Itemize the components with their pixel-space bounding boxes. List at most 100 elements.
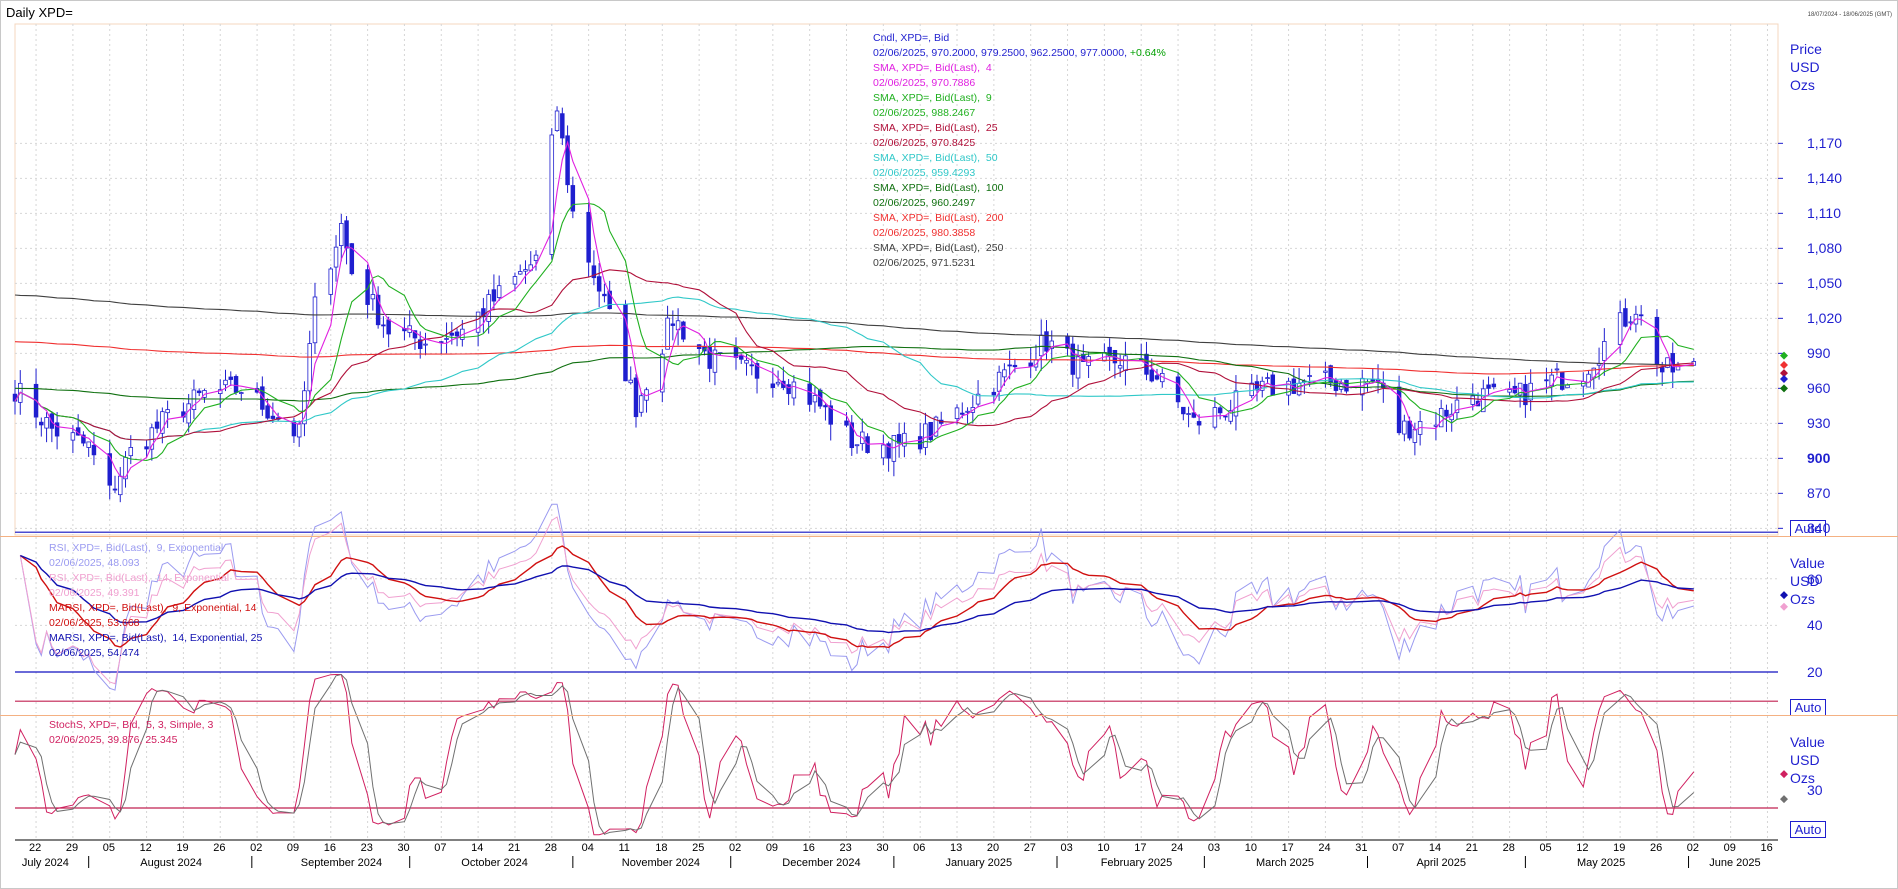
candle-body [265,405,270,419]
candle-body [1223,415,1228,418]
rsi-tick-label: 60 [1807,570,1823,587]
day-tick-label: 27 [1023,842,1036,854]
month-label: May 2025 [1576,857,1626,869]
candle-body [496,285,502,298]
day-tick-label: 03 [1207,842,1221,854]
day-tick-label: 23 [839,842,852,854]
day-tick-label: 06 [913,842,926,854]
candle-body [312,296,318,344]
candle-body [807,383,812,405]
rsi-legend-line: MARSI, XPD=, Bid(Last), 14, Exponential,… [49,632,263,644]
candle-body [586,211,591,263]
main-legend-line: 02/06/2025, 988.2467 [873,107,976,119]
candle-body [1565,384,1570,389]
candle-body [1123,355,1128,371]
day-tick-label: 10 [1097,842,1110,854]
candle-body [523,269,528,272]
main-legend-line: SMA, XPD=, Bid(Last), 100 [873,182,1004,194]
candle-body [1181,406,1186,415]
candle-body [70,432,76,441]
month-label: December 2024 [782,857,861,869]
day-tick-label: 23 [360,842,373,854]
candle-body [449,332,455,336]
rsi-tick-label: 40 [1807,617,1823,634]
day-tick-label: 26 [1649,842,1663,854]
rsi-auto-button[interactable]: Auto [1790,699,1826,716]
day-tick-label: 03 [1060,842,1073,854]
day-tick-label: 02 [250,842,263,854]
axis-header-line: Price [1790,41,1822,57]
day-tick-label: 22 [29,842,42,854]
main-legend-line: 02/06/2025, 970.2000, 979.2500, 962.2500… [873,46,1166,61]
day-tick-label: 12 [139,842,152,854]
day-tick-label: 02 [1686,842,1700,854]
pane-separator [0,536,1898,537]
candle-body [633,377,639,418]
day-tick-label: 24 [1171,842,1184,854]
main-legend-line: 02/06/2025, 980.3858 [873,227,976,239]
candle-body [54,422,60,437]
candle-body [1175,376,1181,403]
candle-body [1654,316,1660,365]
candle-body [1544,379,1549,382]
rsi-legend-line: MARSI, XPD=, Bid(Last), 9, Exponential, … [49,602,257,614]
candle-body [296,423,302,438]
day-tick-label: 05 [1539,842,1552,854]
candle-body [1296,382,1302,396]
stoch-tick-label: 30 [1807,782,1823,799]
day-tick-label: 21 [507,842,521,854]
day-tick-label: 16 [802,842,815,854]
day-tick-label: 30 [397,842,410,854]
main-legend-line: SMA, XPD=, Bid(Last), 25 [873,122,998,134]
candle-body [881,444,886,459]
candle-body [1186,413,1191,415]
price-tick-label: 1,080 [1807,240,1843,257]
candle-body [370,294,376,300]
last-value-marker [1780,384,1788,393]
candle-body [270,415,276,419]
candle-body [602,293,607,297]
day-tick-label: 20 [986,842,1000,854]
candle-body [954,407,960,419]
rsi-legend-line: RSI, XPD=, Bid(Last), 14, Exponential [49,572,230,584]
price-tick-label: 990 [1807,345,1831,362]
candle-body [1007,364,1012,367]
candle-body [670,323,676,326]
candle-body [854,444,860,447]
axis-header-line: Ozs [1790,77,1815,93]
candle-body [12,393,18,402]
price-tick-label: 1,110 [1807,205,1841,222]
stoch-auto-button[interactable]: Auto [1790,821,1826,838]
day-tick-label: 12 [1576,842,1589,854]
candle-body [554,110,560,132]
day-tick-label: 25 [692,842,705,854]
candle-body [1028,362,1033,367]
candle-body [570,185,576,212]
candle-body [823,405,828,408]
month-label: July 2024 [21,857,69,869]
rsi-legend-line: 02/06/2025, 54.474 [49,647,140,659]
candle-body [1265,377,1270,379]
candle-body [1117,365,1123,369]
candle-body [639,395,644,413]
candle-body [1002,369,1007,378]
main-legend-line: SMA, XPD=, Bid(Last), 200 [873,212,1004,224]
main-legend-line: 02/06/2025, 971.5231 [873,257,976,269]
month-label: October 2024 [461,857,528,869]
legend-text: 02/06/2025, 970.2000, 979.2500, 962.2500… [873,47,1130,59]
candle-body [775,381,781,385]
candle-body [1507,389,1512,393]
rsi-legend: RSI, XPD=, Bid(Last), 9, Exponential 02/0… [49,541,262,661]
month-label: March 2025 [1255,857,1315,869]
candle-body [328,268,334,295]
day-tick-label: 07 [434,842,447,854]
candle-body [744,359,749,364]
last-value-marker [1780,795,1788,804]
main-legend-line: SMA, XPD=, Bid(Last), 9 [873,92,992,104]
candle-body [1402,420,1407,435]
rsi-legend-line: 02/06/2025, 48.093 [49,557,140,569]
day-tick-label: 07 [1392,842,1405,854]
day-tick-label: 16 [323,842,336,854]
candle-body [339,223,344,246]
candle-body [517,271,523,275]
